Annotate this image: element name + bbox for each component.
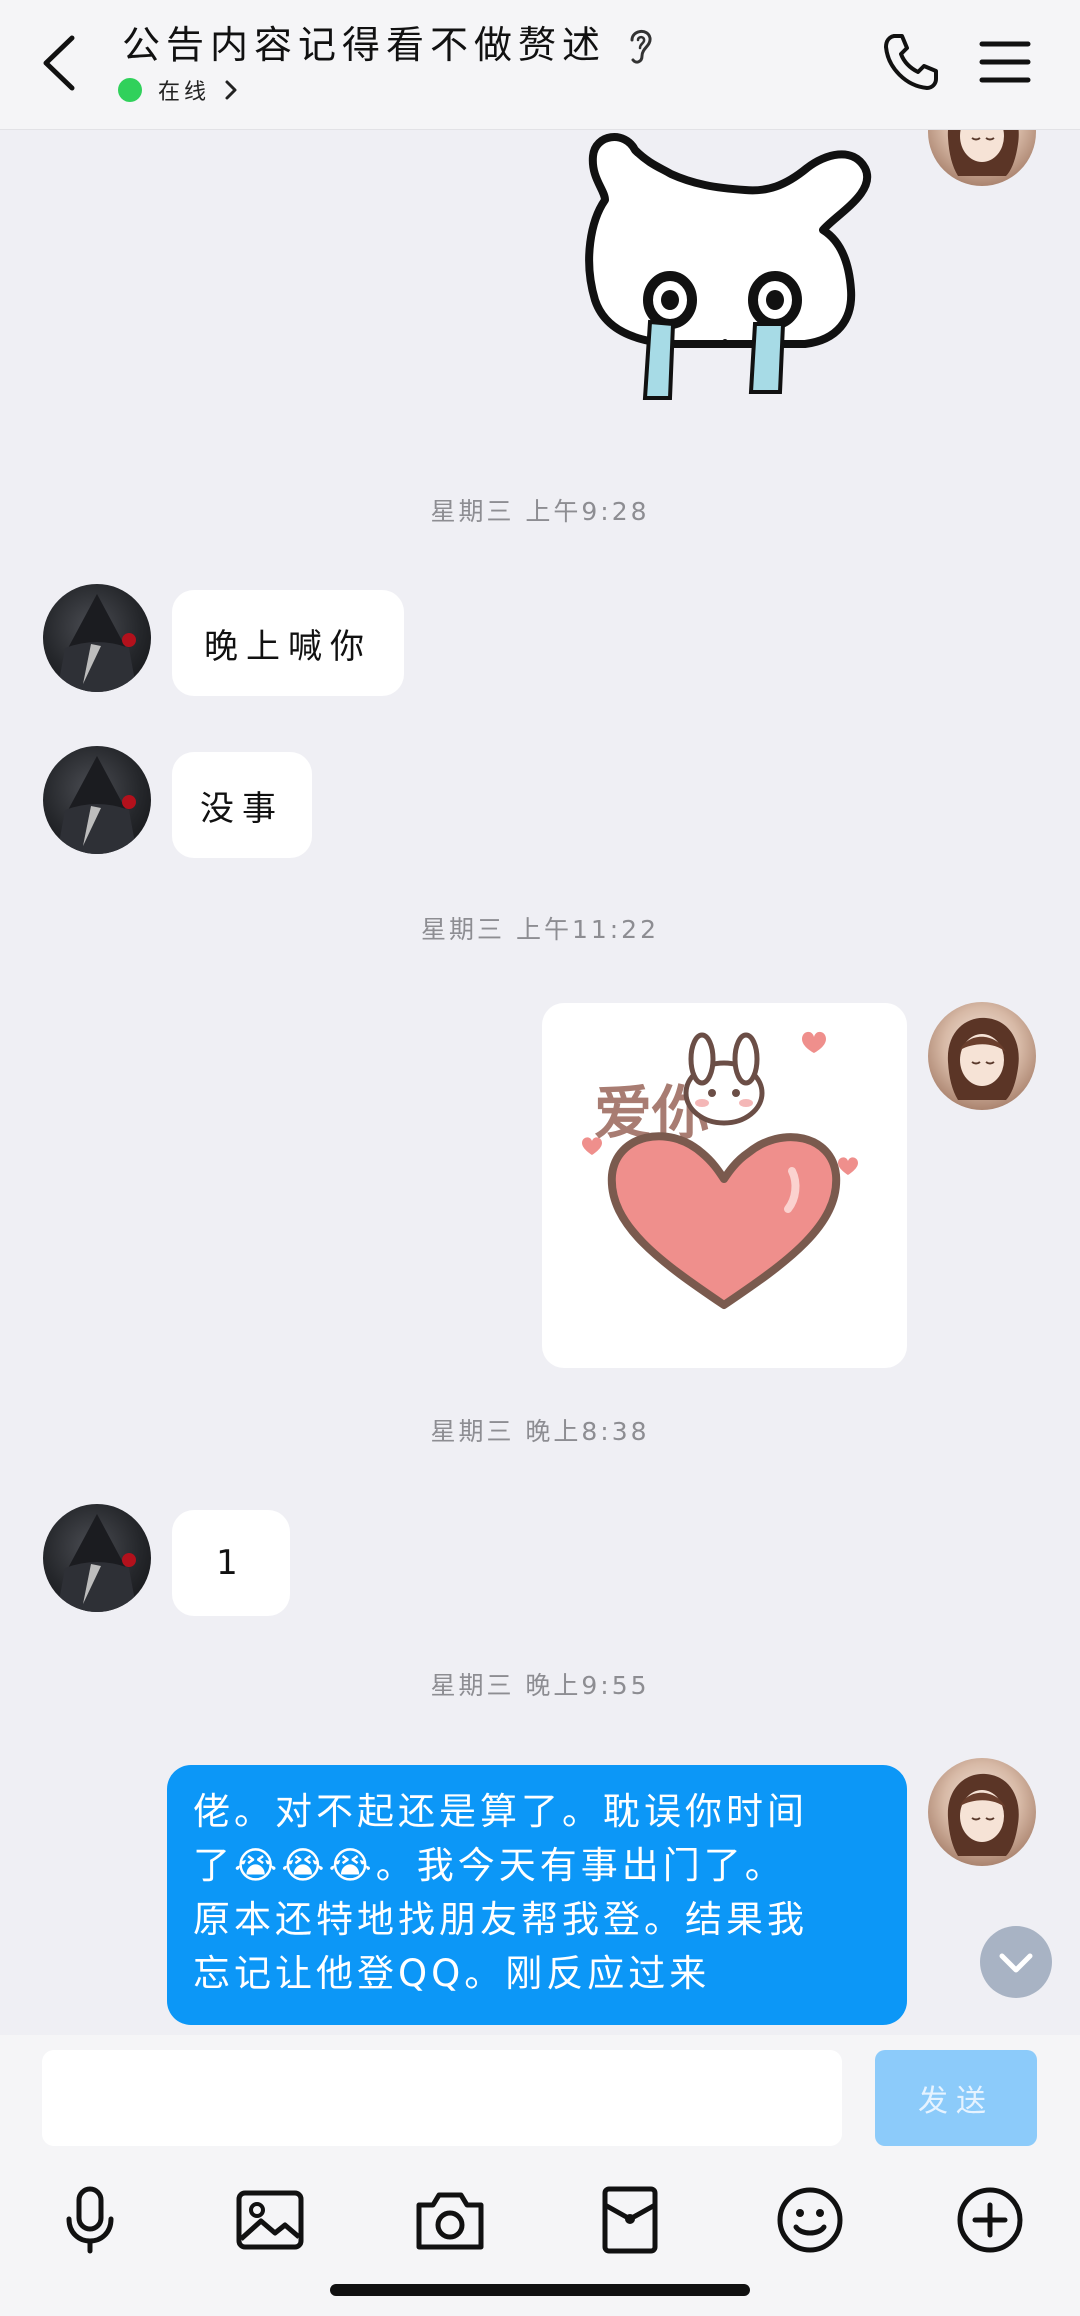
self-avatar-image bbox=[947, 1773, 1019, 1856]
message-bubble[interactable]: 1 bbox=[172, 1510, 290, 1616]
timestamp: 星期三 晚上8:38 bbox=[430, 1417, 650, 1446]
image-icon[interactable] bbox=[233, 2183, 307, 2257]
contact-avatar-image bbox=[57, 594, 137, 692]
crying-bunny-sticker[interactable] bbox=[575, 130, 875, 430]
contact-avatar[interactable] bbox=[43, 1504, 151, 1612]
online-dot bbox=[118, 78, 142, 102]
chevron-right-icon bbox=[225, 80, 237, 100]
chevron-down-icon bbox=[999, 1953, 1033, 1973]
message-list[interactable]: 星期三 上午9:28 晚上喊你 没事 星期三 上午11:22 爱你 星期三 晚上… bbox=[0, 130, 1080, 2035]
self-avatar[interactable] bbox=[928, 1002, 1036, 1110]
self-avatar[interactable] bbox=[928, 130, 1036, 186]
message-bubble[interactable]: 晚上喊你 bbox=[172, 590, 404, 696]
message-line: 了😭😭😭。我今天有事出门了。 bbox=[193, 1844, 786, 1887]
chat-header: 公告内容记得看不做赘述 在线 bbox=[0, 0, 1080, 130]
contact-avatar[interactable] bbox=[43, 584, 151, 692]
scroll-to-bottom-button[interactable] bbox=[980, 1926, 1052, 1998]
message-bubble[interactable]: 没事 bbox=[172, 752, 312, 858]
camera-icon[interactable] bbox=[413, 2183, 487, 2257]
online-status[interactable]: 在线 bbox=[118, 72, 242, 108]
self-message-bubble[interactable]: 佬。对不起还是算了。耽误你时间 了😭😭😭。我今天有事出门了。 原本还特地找朋友帮… bbox=[167, 1765, 907, 2025]
menu-icon[interactable] bbox=[978, 36, 1032, 88]
love-you-sticker-art: 爱你 bbox=[582, 1031, 858, 1309]
plus-icon[interactable] bbox=[953, 2183, 1027, 2257]
self-avatar-image bbox=[947, 1017, 1019, 1100]
ear-icon bbox=[630, 30, 652, 64]
message-line: 佬。对不起还是算了。耽误你时间 bbox=[193, 1790, 808, 1833]
back-arrow-icon[interactable] bbox=[30, 28, 90, 98]
input-bar: 发送 bbox=[0, 2035, 1080, 2316]
self-avatar[interactable] bbox=[928, 1758, 1036, 1866]
timestamp: 星期三 上午11:22 bbox=[421, 915, 659, 944]
red-packet-icon[interactable] bbox=[593, 2183, 667, 2257]
send-button[interactable]: 发送 bbox=[875, 2050, 1037, 2146]
microphone-icon[interactable] bbox=[53, 2183, 127, 2257]
timestamp: 星期三 晚上9:55 bbox=[430, 1671, 650, 1700]
home-indicator[interactable] bbox=[330, 2284, 750, 2296]
message-input[interactable] bbox=[42, 2050, 842, 2146]
contact-avatar-image bbox=[57, 1514, 137, 1612]
contact-avatar[interactable] bbox=[43, 746, 151, 854]
contact-avatar-image bbox=[57, 756, 137, 854]
message-line: 原本还特地找朋友帮我登。结果我 bbox=[193, 1898, 808, 1941]
online-status-label: 在线 bbox=[158, 80, 211, 105]
message-line: 忘记让他登QQ。刚反应过来 bbox=[193, 1952, 711, 1995]
timestamp: 星期三 上午9:28 bbox=[430, 497, 650, 526]
love-you-bunny-heart-sticker[interactable]: 爱你 bbox=[542, 1003, 907, 1368]
phone-call-icon[interactable] bbox=[880, 30, 942, 94]
emoji-icon[interactable] bbox=[773, 2183, 847, 2257]
self-avatar-image bbox=[947, 130, 1019, 176]
chat-title[interactable]: 公告内容记得看不做赘述 bbox=[122, 14, 606, 69]
